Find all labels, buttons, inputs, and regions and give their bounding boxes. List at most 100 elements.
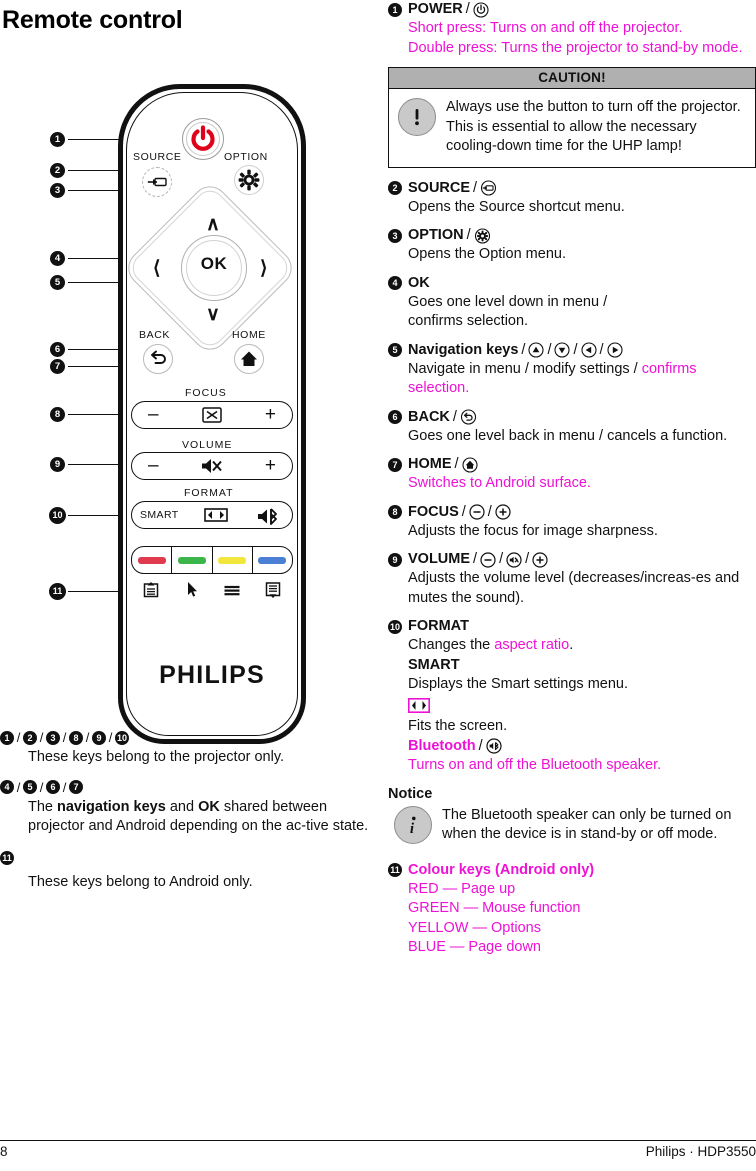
arrow-left-icon[interactable]: ⟨ <box>153 259 160 278</box>
footer-divider <box>0 1140 756 1141</box>
source-icon <box>147 177 167 187</box>
aspect-ratio-icon-wrap[interactable] <box>204 507 228 528</box>
colour-key-red[interactable] <box>132 547 173 573</box>
arrow-down-icon[interactable]: ∨ <box>206 305 220 324</box>
bluetooth-speaker-icon-wrap[interactable] <box>256 507 280 531</box>
callout-10: 10 <box>115 730 129 745</box>
separator: / <box>461 503 466 520</box>
colour-keys-row[interactable] <box>131 546 293 574</box>
options-menu-icon <box>224 585 240 596</box>
legend-text-part: The <box>28 798 58 815</box>
key-item-header: 6 BACK / <box>388 408 756 427</box>
bluetooth-title: Bluetooth <box>408 737 476 754</box>
callout-10: 10 <box>49 507 66 524</box>
notice-body: i The Bluetooth speaker can only be turn… <box>388 805 756 845</box>
key-item-header: 11 Colour keys (Android only) <box>388 861 756 880</box>
source-icon-wrap <box>480 180 497 196</box>
minus-icon <box>480 551 496 568</box>
smart-title: SMART <box>408 656 460 673</box>
key-title: FOCUS <box>408 503 459 520</box>
smart-button-label[interactable]: SMART <box>140 509 179 521</box>
aspect-ratio-icon <box>408 697 430 713</box>
home-icon <box>461 456 478 473</box>
navigation-dpad[interactable]: OK ∧ ∨ ⟨ ⟩ <box>120 178 301 358</box>
colour-key-blue[interactable] <box>253 547 292 573</box>
page-down-icon-wrap <box>253 579 294 601</box>
footer-brand: Philips · HDP3550 <box>645 1144 756 1159</box>
callout-5: 5 <box>388 343 402 357</box>
legend-slash: / <box>39 779 44 795</box>
blue-bar <box>258 556 287 564</box>
arrow-up-icon <box>528 342 545 358</box>
focus-row[interactable]: – + <box>131 401 293 429</box>
key-description: Opens the Source shortcut menu. <box>408 198 625 215</box>
callout-8: 8 <box>69 730 83 745</box>
caution-title: CAUTION! <box>389 68 755 88</box>
legend-entry-shared: 4/5/6/7 The navigation keys and OK share… <box>0 780 378 837</box>
key-description: Navigate in menu / modify settings / con… <box>408 360 756 399</box>
power-icon <box>473 1 489 18</box>
key-item-navigation: 5 Navigation keys / / / / Navigate in me… <box>388 341 756 399</box>
format-row[interactable]: SMART <box>131 501 293 529</box>
key-item-header: 2 SOURCE / <box>388 179 756 198</box>
remote-label-option: OPTION <box>224 151 268 163</box>
back-icon-wrap <box>460 409 477 425</box>
mute-icon[interactable] <box>199 456 225 476</box>
colour-key-row-blue: BLUE — Page down <box>408 939 541 955</box>
key-description: Goes one level down in menu / confirms s… <box>408 293 608 330</box>
key-item-colour-keys: 11 Colour keys (Android only) RED — Page… <box>388 861 756 958</box>
callout-1: 1 <box>50 132 65 147</box>
bluetooth-text: Turns on and off the Bluetooth speaker. <box>408 757 662 773</box>
focus-icon <box>202 407 222 423</box>
legend-entry-projector-only: 1/2/3/8/9/10 These keys belong to the pr… <box>0 730 378 768</box>
key-item-header: 10 FORMAT <box>388 617 756 636</box>
colour-keys-title: Colour keys (Android only) <box>408 861 595 878</box>
arrow-down-icon <box>554 342 571 358</box>
key-title: HOME <box>408 456 452 472</box>
legend-text-part-bold: navigation keys <box>57 798 166 815</box>
bluetooth-row: Bluetooth / <box>408 737 756 757</box>
svg-text:i: i <box>410 821 415 837</box>
fit-screen-icon-row <box>408 697 756 717</box>
arrow-up-icon[interactable]: ∧ <box>206 215 220 234</box>
callout-11: 11 <box>49 583 66 600</box>
callout-8: 8 <box>50 407 65 422</box>
callout-8: 8 <box>388 505 402 519</box>
key-title: VOLUME <box>408 551 471 567</box>
legend-slash: / <box>16 730 21 745</box>
volume-row[interactable]: – + <box>131 452 293 480</box>
callout-5: 5 <box>50 275 65 290</box>
callout-9: 9 <box>50 457 65 472</box>
legend-entry-android-only: 11 These keys belong to Android only. <box>0 850 378 893</box>
legend-text-part-bold: OK <box>198 798 220 815</box>
plus-icon <box>532 551 548 568</box>
legend-numbers: 4/5/6/7 <box>0 780 378 795</box>
arrow-up-icon-wrap <box>528 342 545 358</box>
remote-label-format: FORMAT <box>184 487 234 499</box>
aspect-ratio-link[interactable]: aspect ratio <box>494 637 569 653</box>
separator: / <box>452 408 457 425</box>
mute-icon <box>506 551 522 568</box>
key-item-header: 9 VOLUME / / / <box>388 550 756 569</box>
arrow-right-icon[interactable]: ⟩ <box>260 259 267 278</box>
caution-body: Always use the button to turn off the pr… <box>389 88 755 167</box>
separator: / <box>487 503 492 520</box>
key-item-header: 4 OK <box>388 274 756 293</box>
callout-4: 4 <box>50 251 65 266</box>
separator: / <box>454 456 459 472</box>
key-title: POWER <box>408 1 463 17</box>
arrow-right-icon <box>606 342 623 358</box>
format-aspect-line: Changes the aspect ratio. <box>408 636 756 656</box>
key-item-focus: 8 FOCUS / / Adjusts the focus for image … <box>388 503 756 542</box>
arrow-left-icon-wrap <box>580 342 597 358</box>
colour-key-green[interactable] <box>172 547 213 573</box>
legend-slash: / <box>39 730 44 745</box>
colour-keys-list: RED — Page up GREEN — Mouse function YEL… <box>408 880 756 958</box>
colour-key-yellow[interactable] <box>213 547 253 573</box>
key-title: BACK <box>408 408 450 425</box>
green-bar <box>177 556 206 564</box>
caution-text: Always use the button to turn off the pr… <box>446 99 741 154</box>
key-item-header: 8 FOCUS / / <box>388 503 756 522</box>
separator: / <box>547 341 552 358</box>
focus-center-icon-wrap <box>132 402 292 428</box>
